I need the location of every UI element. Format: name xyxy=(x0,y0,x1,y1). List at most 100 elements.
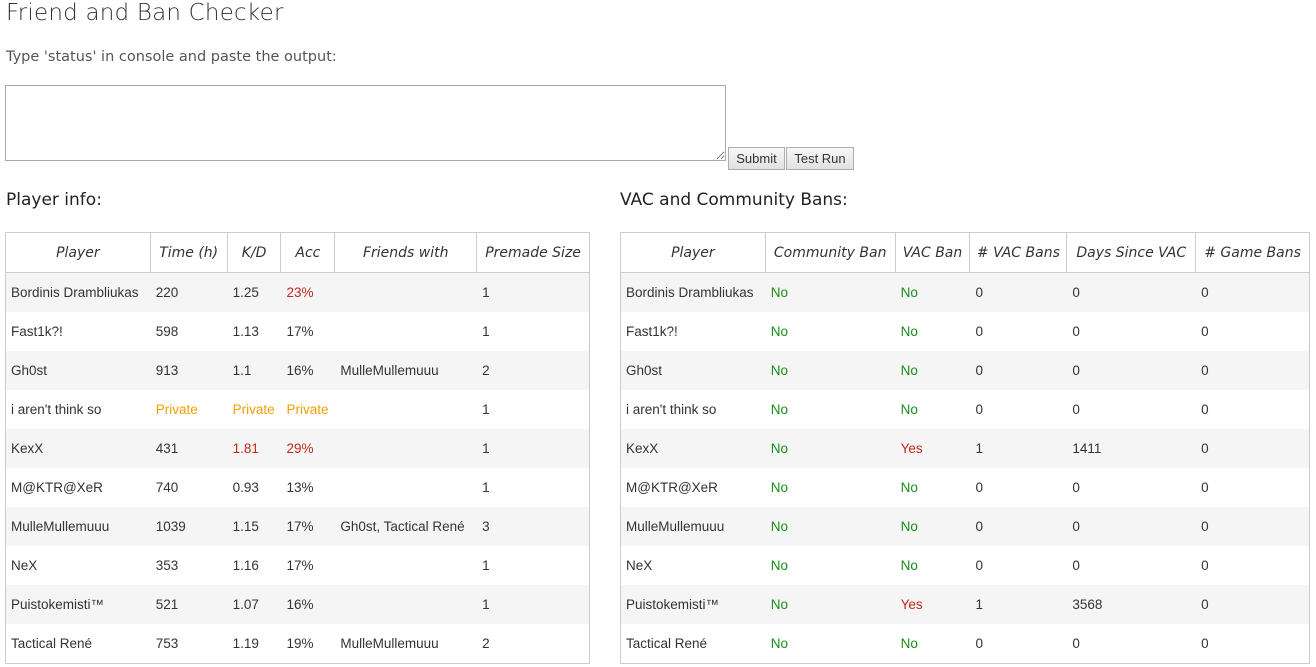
acc-cell: 17% xyxy=(286,558,314,573)
vac-ban-cell: No xyxy=(895,351,970,390)
table-row: M@KTR@XeR No No 0 0 0 xyxy=(620,468,1310,507)
vac-bans-count-cell: 0 xyxy=(975,480,983,495)
premade-size-cell: 2 xyxy=(476,351,590,390)
kd-cell: 1.13 xyxy=(232,324,259,339)
time-cell: 220 xyxy=(150,272,228,312)
player-name-cell: Gh0st xyxy=(5,351,151,390)
table-row: MulleMullemuuu 1039 1.15 17% Gh0st, Tactical… xyxy=(5,507,590,546)
player-info-table: Player Time (h) K/D Acc Friends with Pre… xyxy=(5,232,590,664)
vac-ban-cell: Yes xyxy=(895,429,970,468)
vac-bans-count-cell: 0 xyxy=(969,351,1067,390)
premade-size-cell: 1 xyxy=(476,546,590,585)
vac-ban-cell: No xyxy=(895,272,970,312)
acc-cell: 29% xyxy=(280,429,335,468)
player-name-cell: i aren't think so xyxy=(620,390,766,429)
premade-size-cell: 1 xyxy=(476,429,590,468)
premade-size-cell: 1 xyxy=(476,468,590,507)
test-run-button[interactable]: Test Run xyxy=(786,147,854,170)
time-cell: 353 xyxy=(155,558,179,573)
acc-cell: 16% xyxy=(280,585,335,624)
community-ban-cell: No xyxy=(770,480,789,495)
table-header-row: Player Time (h) K/D Acc Friends with Pre… xyxy=(5,232,590,273)
days-since-vac-cell: 0 xyxy=(1072,324,1080,339)
vac-ban-cell: Yes xyxy=(895,585,970,624)
game-bans-cell: 0 xyxy=(1195,272,1310,312)
community-ban-cell: No xyxy=(770,558,789,573)
friends-cell xyxy=(334,272,477,312)
time-cell: 521 xyxy=(150,585,228,624)
vac-bans-count-cell: 0 xyxy=(975,402,983,417)
friends-cell: MulleMullemuuu xyxy=(334,351,477,390)
acc-cell: 16% xyxy=(280,351,335,390)
table-header-row: Player Community Ban VAC Ban # VAC Bans … xyxy=(620,232,1310,273)
days-since-vac-cell: 3568 xyxy=(1066,585,1196,624)
community-ban-cell: No xyxy=(765,272,896,312)
vac-bans-count-cell: 0 xyxy=(975,558,983,573)
player-name-cell: Puistokemisti™ xyxy=(620,585,766,624)
column-header-player[interactable]: Player xyxy=(5,232,151,273)
column-header-vac-bans-count[interactable]: # VAC Bans xyxy=(969,232,1068,273)
game-bans-cell: 0 xyxy=(1195,546,1310,585)
column-header-acc[interactable]: Acc xyxy=(280,232,336,273)
table-row: Bordinis Drambliukas 220 1.25 23% 1 xyxy=(5,272,590,312)
vac-ban-cell: No xyxy=(900,480,918,495)
column-header-kd[interactable]: K/D xyxy=(226,232,282,273)
community-ban-cell: No xyxy=(765,351,896,390)
vac-ban-cell: No xyxy=(900,402,918,417)
time-cell: 1039 xyxy=(150,507,228,546)
table-row: KexX 431 1.81 29% 1 xyxy=(5,429,590,468)
community-ban-cell: No xyxy=(765,429,896,468)
player-name-cell: i aren't think so xyxy=(5,390,151,429)
table-row: i aren't think so Private Private Private 1 xyxy=(5,390,590,429)
page-title: Friend and Ban Checker xyxy=(6,0,284,26)
game-bans-cell: 0 xyxy=(1195,507,1310,546)
acc-cell: 19% xyxy=(280,624,335,664)
table-row: Gh0st No No 0 0 0 xyxy=(620,351,1310,390)
vac-ban-cell: No xyxy=(900,324,918,339)
days-since-vac-cell: 0 xyxy=(1072,402,1080,417)
acc-cell: Private xyxy=(286,402,329,417)
days-since-vac-cell: 0 xyxy=(1072,558,1080,573)
table-row: KexX No Yes 1 1411 0 xyxy=(620,429,1310,468)
player-name-cell: M@KTR@XeR xyxy=(620,468,766,507)
premade-size-cell: 2 xyxy=(476,624,590,664)
submit-button[interactable]: Submit xyxy=(728,147,785,170)
vac-bans-count-cell: 1 xyxy=(969,585,1067,624)
table-row: NeX No No 0 0 0 xyxy=(620,546,1310,585)
column-header-premade[interactable]: Premade Size xyxy=(476,232,590,273)
table-row: Fast1k?! 598 1.13 17% 1 xyxy=(5,312,590,351)
vac-bans-count-cell: 0 xyxy=(969,272,1067,312)
time-cell: 740 xyxy=(155,480,179,495)
column-header-days-since-vac[interactable]: Days Since VAC xyxy=(1066,232,1197,273)
friends-cell xyxy=(335,546,477,585)
column-header-time[interactable]: Time (h) xyxy=(149,232,228,273)
time-cell: 913 xyxy=(150,351,228,390)
table-row: Gh0st 913 1.1 16% MulleMullemuuu 2 xyxy=(5,351,590,390)
community-ban-cell: No xyxy=(770,324,789,339)
table-row: Puistokemisti™ No Yes 1 3568 0 xyxy=(620,585,1310,624)
player-name-cell: M@KTR@XeR xyxy=(5,468,151,507)
status-output-input[interactable] xyxy=(5,85,726,161)
vac-ban-cell: No xyxy=(895,507,970,546)
table-row: Tactical René 753 1.19 19% MulleMullemuuu 2 xyxy=(5,624,590,664)
acc-cell: 17% xyxy=(280,507,335,546)
column-header-friends[interactable]: Friends with xyxy=(334,232,478,273)
acc-cell: 17% xyxy=(286,324,314,339)
player-name-cell: MulleMullemuuu xyxy=(5,507,151,546)
player-name-cell: Bordinis Drambliukas xyxy=(620,272,766,312)
column-header-community-ban[interactable]: Community Ban xyxy=(764,232,896,273)
days-since-vac-cell: 0 xyxy=(1066,351,1196,390)
acc-cell: 23% xyxy=(280,272,335,312)
player-name-cell: Fast1k?! xyxy=(5,312,151,351)
column-header-vac-ban[interactable]: VAC Ban xyxy=(894,232,971,273)
time-cell: 598 xyxy=(155,324,179,339)
player-info-heading: Player info: xyxy=(6,190,102,210)
player-name-cell: Puistokemisti™ xyxy=(5,585,151,624)
column-header-game-bans[interactable]: # Game Bans xyxy=(1195,232,1310,273)
column-header-player[interactable]: Player xyxy=(620,232,766,273)
vac-bans-count-cell: 0 xyxy=(969,624,1067,664)
kd-cell: 1.15 xyxy=(227,507,281,546)
time-cell: 431 xyxy=(150,429,228,468)
days-since-vac-cell: 0 xyxy=(1066,272,1196,312)
game-bans-cell: 0 xyxy=(1195,585,1310,624)
